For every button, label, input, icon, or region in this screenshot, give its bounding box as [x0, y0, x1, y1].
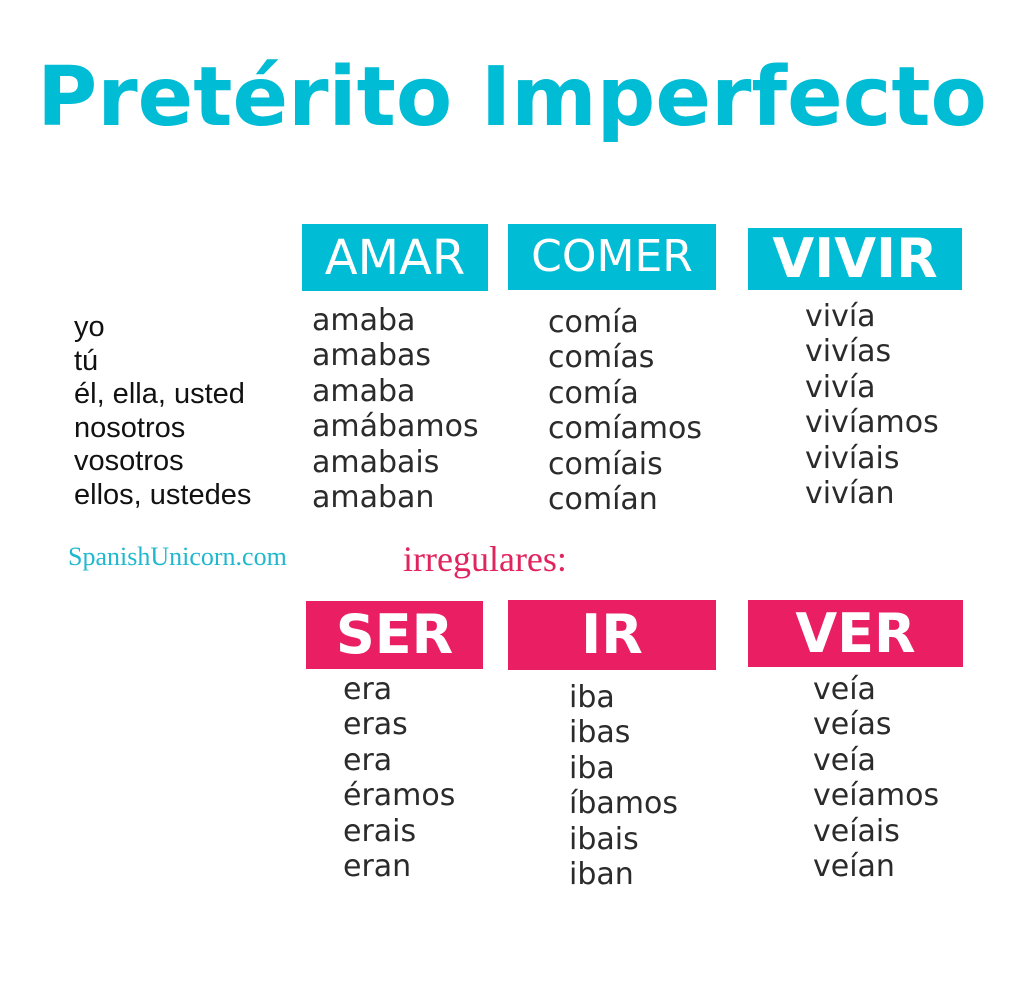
conjugation-form: ibais: [569, 821, 639, 857]
pronoun-ellos-ustedes: ellos, ustedes: [74, 478, 252, 511]
verb-header-label: AMAR: [324, 229, 466, 286]
pronoun-vosotros: vosotros: [74, 445, 184, 478]
conjugation-form: vivíais: [805, 440, 900, 476]
verb-header-ir: IR: [508, 600, 716, 670]
conjugation-form: vivía: [805, 299, 876, 334]
conjugation-form: veía: [813, 672, 876, 707]
verb-header-label: VER: [795, 601, 916, 665]
conjugation-form: comía: [548, 305, 639, 340]
verb-header-ser: SER: [306, 601, 483, 669]
conjugation-form: era: [343, 672, 393, 707]
conjugation-form: comía: [548, 375, 639, 411]
conjugation-comer: comía comías comía comíamos comíais comí…: [548, 305, 702, 517]
verb-header-label: IR: [581, 603, 643, 666]
conjugation-form: amaba: [312, 373, 416, 409]
conjugation-ver: veía veías veía veíamos veíais veían: [813, 672, 939, 884]
irregular-heading: irregulares:: [403, 539, 567, 579]
conjugation-form: comías: [548, 340, 655, 376]
conjugation-form: comíamos: [548, 411, 702, 447]
verb-header-label: VIVIR: [772, 227, 938, 290]
conjugation-form: iba: [569, 750, 615, 786]
conjugation-form: era: [343, 742, 393, 778]
conjugation-ir: iba ibas iba íbamos ibais iban: [569, 680, 678, 892]
pronoun-el-ella-usted: él, ella, usted: [74, 378, 245, 411]
conjugation-vivir: vivía vivías vivía vivíamos vivíais viví…: [805, 299, 939, 511]
conjugation-form: comían: [548, 482, 658, 518]
conjugation-form: eran: [343, 849, 412, 885]
conjugation-form: vivía: [805, 369, 876, 405]
site-watermark: SpanishUnicorn.com: [68, 542, 287, 571]
conjugation-form: amaban: [312, 480, 435, 516]
conjugation-form: erais: [343, 813, 417, 849]
pronoun-tu: tú: [74, 344, 99, 377]
conjugation-form: íbamos: [569, 786, 678, 822]
conjugation-form: iba: [569, 680, 615, 715]
verb-header-comer: COMER: [508, 224, 716, 290]
conjugation-amar: amaba amabas amaba amábamos amabais amab…: [312, 303, 479, 515]
page-title: Pretérito Imperfecto: [37, 50, 987, 145]
verb-header-ver: VER: [748, 600, 963, 667]
verb-header-vivir: VIVIR: [748, 228, 962, 290]
verb-header-label: COMER: [531, 231, 693, 282]
conjugation-form: vivían: [805, 476, 895, 512]
conjugation-form: amabais: [312, 444, 440, 480]
conjugation-ser: era eras era éramos erais eran: [343, 672, 455, 884]
conjugation-form: ibas: [569, 715, 631, 751]
conjugation-form: amabas: [312, 338, 432, 374]
conjugation-form: veíamos: [813, 778, 940, 814]
pronoun-list: yo tú él, ella, usted nosotros vosotros …: [74, 311, 251, 513]
conjugation-form: veían: [813, 849, 895, 885]
conjugation-form: amábamos: [312, 409, 479, 445]
conjugation-form: amaba: [312, 303, 416, 338]
conjugation-form: éramos: [343, 778, 456, 814]
conjugation-form: iban: [569, 857, 634, 893]
conjugation-form: comíais: [548, 446, 663, 482]
conjugation-form: eras: [343, 707, 408, 743]
conjugation-form: veía: [813, 742, 876, 778]
pronoun-yo: yo: [74, 311, 105, 343]
verb-header-amar: AMAR: [302, 224, 488, 291]
conjugation-form: vivíamos: [805, 405, 939, 441]
conjugation-form: veíais: [813, 813, 900, 849]
pronoun-nosotros: nosotros: [74, 411, 186, 444]
conjugation-form: vivías: [805, 334, 892, 370]
conjugation-form: veías: [813, 707, 892, 743]
verb-header-label: SER: [335, 603, 454, 666]
